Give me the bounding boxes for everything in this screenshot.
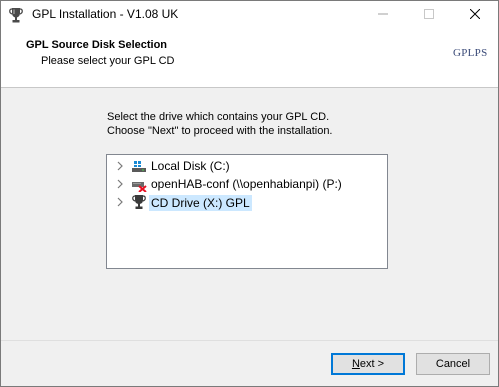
gplps-logo: GPLPS bbox=[453, 47, 488, 59]
footer-separator bbox=[1, 340, 498, 341]
tree-item-label: openHAB-conf (\\openhabianpi) (P:) bbox=[151, 177, 342, 191]
cd-drive-trophy-icon bbox=[131, 194, 147, 210]
cancel-button-label: Cancel bbox=[435, 358, 471, 370]
tree-item-network-drive[interactable]: openHAB-conf (\\openhabianpi) (P:) bbox=[107, 175, 385, 193]
tree-item-local-disk[interactable]: Local Disk (C:) bbox=[107, 157, 385, 175]
window-title: GPL Installation - V1.08 UK bbox=[32, 7, 179, 21]
instructions: Select the drive which contains your GPL… bbox=[107, 110, 333, 138]
installer-window: GPL Installation - V1.08 UK GPL Source D… bbox=[0, 0, 499, 387]
maximize-icon bbox=[424, 8, 434, 22]
next-button-label: ext > bbox=[359, 358, 385, 370]
maximize-button[interactable] bbox=[406, 1, 452, 29]
wizard-header: GPL Source Disk Selection Please select … bbox=[1, 29, 498, 88]
chevron-right-icon[interactable] bbox=[115, 161, 125, 171]
chevron-right-icon[interactable] bbox=[115, 179, 125, 189]
next-button-mnemonic: N bbox=[351, 358, 360, 370]
minimize-icon bbox=[378, 9, 388, 22]
tree-item-label: Local Disk (C:) bbox=[151, 159, 230, 173]
instruction-line-2: Choose "Next" to proceed with the instal… bbox=[107, 125, 333, 137]
close-icon bbox=[469, 8, 481, 22]
close-button[interactable] bbox=[452, 1, 498, 29]
tree-item-cd-drive[interactable]: CD Drive (X:) GPL bbox=[107, 193, 385, 211]
chevron-right-icon[interactable] bbox=[115, 197, 125, 207]
next-button[interactable]: Next > bbox=[331, 353, 405, 375]
cancel-button[interactable]: Cancel bbox=[416, 353, 490, 375]
page-title: GPL Source Disk Selection bbox=[26, 39, 168, 51]
local-disk-icon bbox=[131, 158, 147, 174]
disconnected-network-drive-icon bbox=[131, 176, 147, 193]
drive-tree[interactable]: Local Disk (C:) openHAB-conf (\\openhabi… bbox=[106, 154, 388, 269]
title-bar[interactable]: GPL Installation - V1.08 UK bbox=[1, 1, 498, 29]
instruction-line-1: Select the drive which contains your GPL… bbox=[107, 111, 330, 123]
page-subtitle: Please select your GPL CD bbox=[41, 55, 175, 67]
minimize-button[interactable] bbox=[360, 1, 406, 29]
trophy-icon bbox=[7, 6, 25, 24]
tree-item-label: CD Drive (X:) GPL bbox=[149, 195, 252, 211]
